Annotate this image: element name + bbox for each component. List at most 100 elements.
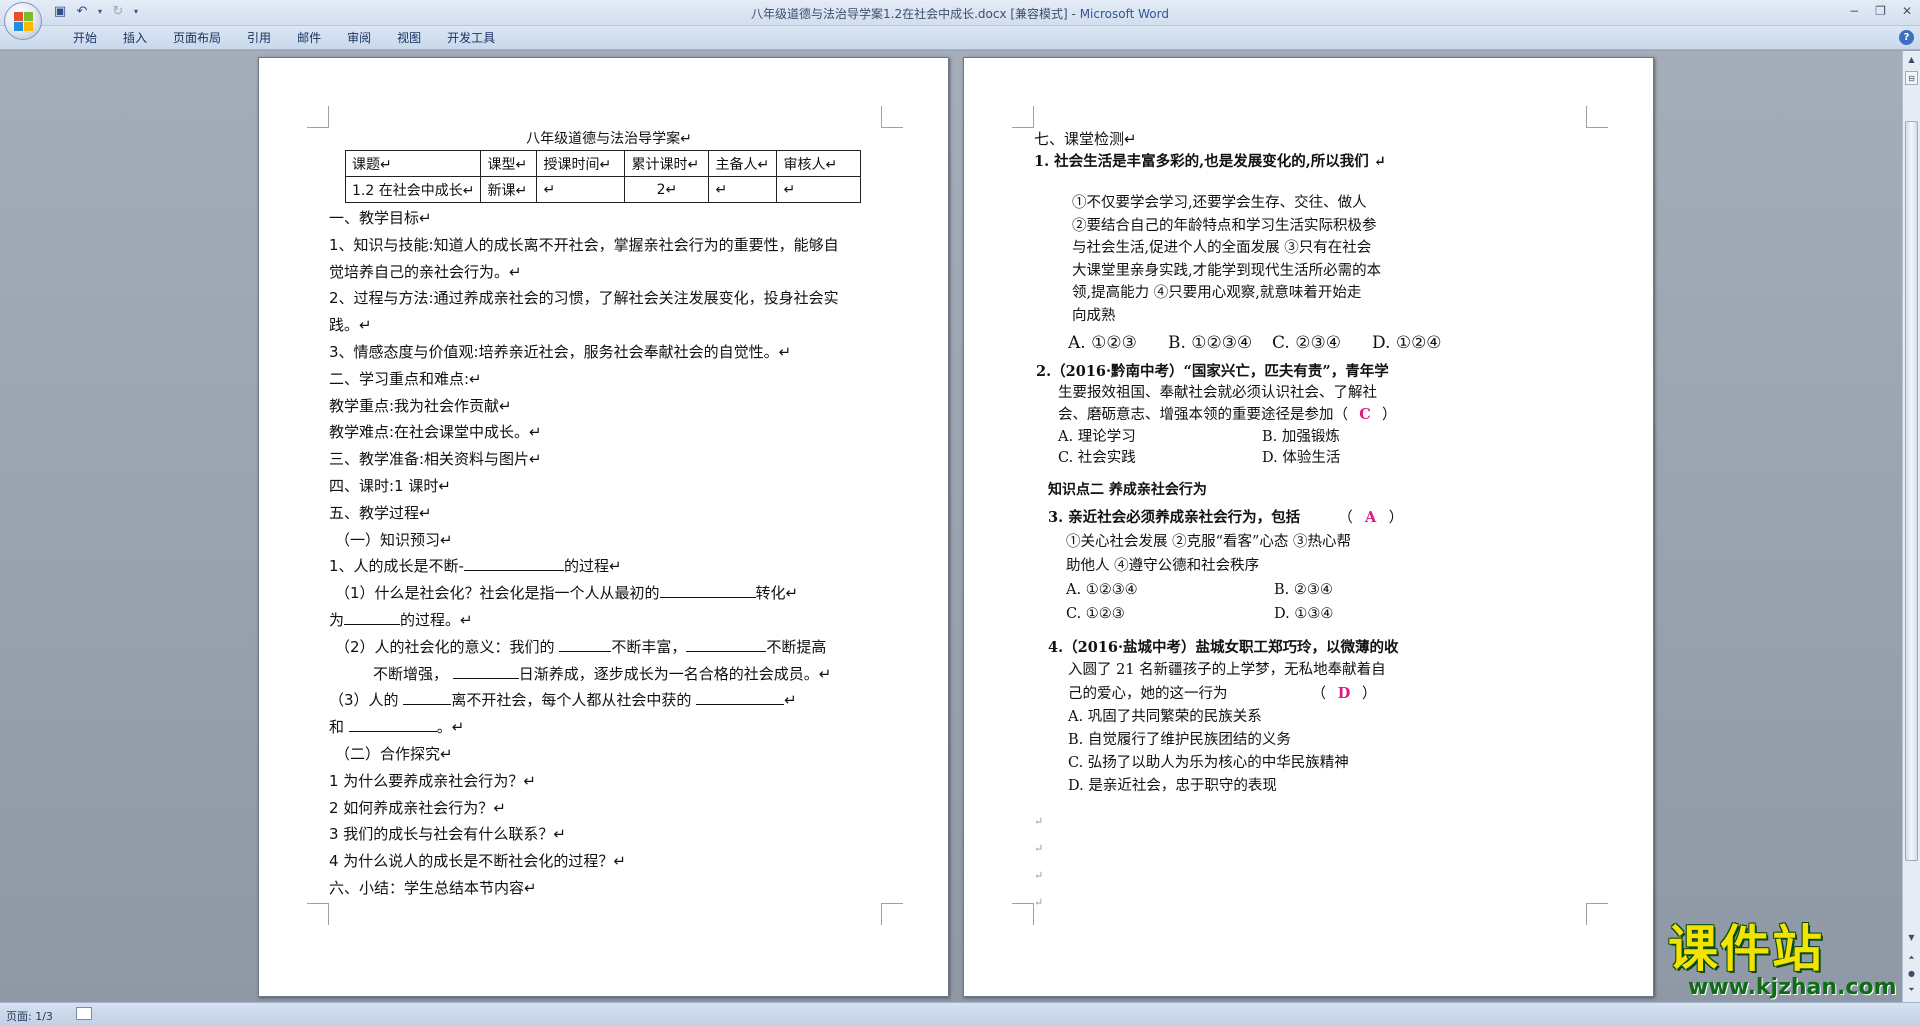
question-3-choices: C. ①②③ D. ①③④	[1048, 602, 1594, 626]
tab-page-layout[interactable]: 页面布局	[160, 30, 234, 47]
choice-c[interactable]: C. ①②③	[1066, 602, 1274, 626]
statement-line: ①不仅要学会学习,还要学会生存、交往、做人	[1072, 195, 1367, 211]
blank-field[interactable]	[348, 716, 437, 733]
table-cell[interactable]: 主备人↵	[708, 150, 778, 177]
bracket: （	[1311, 685, 1327, 702]
choice-d[interactable]: D. 是亲近社会，忠于职守的表现	[1048, 775, 1594, 798]
tab-view[interactable]: 视图	[384, 30, 434, 47]
statement-line: 与社会生活,促进个人的全面发展 ③只有在社会	[1072, 240, 1372, 256]
choice-b[interactable]: B. 自觉履行了维护民族团结的义务	[1048, 729, 1594, 752]
choice-c[interactable]: C. ②③④	[1272, 327, 1372, 359]
blank-field[interactable]	[344, 609, 401, 625]
blank-field[interactable]	[403, 689, 452, 706]
choice-b[interactable]: B. 加强锻炼	[1262, 427, 1340, 449]
choice-d[interactable]: D. ①③④	[1274, 602, 1333, 626]
office-button[interactable]	[4, 2, 42, 40]
empty-paragraphs: ↵ ↵ ↵ ↵	[1034, 808, 1594, 916]
table-cell[interactable]: 新课↵	[480, 176, 538, 203]
body-text: 觉培养自己的亲社会行为。↵	[329, 262, 522, 281]
document-page-1[interactable]: 八年级道德与法治导学案↵ 课题↵ 课型↵ 授课时间↵ 累计课时↵ 主备人↵ 审核…	[258, 57, 949, 997]
choice-a[interactable]: A. 巩固了共同繁荣的民族关系	[1048, 706, 1594, 729]
choice-d[interactable]: D. ①②④	[1372, 327, 1442, 359]
bracket: ）	[1388, 509, 1404, 526]
question-4: 4.（2016·盐城中考）盐城女职工郑巧玲，以微薄的收 入圆了 21 名新疆孩子…	[1034, 636, 1594, 798]
table-cell[interactable]: 审核人↵	[776, 150, 862, 177]
table-cell[interactable]: 课题↵	[344, 150, 482, 177]
document-workspace[interactable]: 八年级道德与法治导学案↵ 课题↵ 课型↵ 授课时间↵ 累计课时↵ 主备人↵ 审核…	[0, 51, 1902, 1002]
vertical-scrollbar[interactable]: ▲ ⊟ ▼ ⏶ ● ⏷	[1902, 51, 1920, 1002]
tab-references[interactable]: 引用	[234, 30, 284, 47]
body-text: 践。↵	[329, 316, 372, 335]
table-cell[interactable]: 累计课时↵	[624, 150, 710, 177]
blank-field[interactable]	[559, 636, 612, 652]
table-cell[interactable]: ↵	[536, 176, 626, 203]
table-row: 课题↵ 课型↵ 授课时间↵ 累计课时↵ 主备人↵ 审核人↵	[344, 150, 862, 177]
table-cell[interactable]: 授课时间↵	[536, 150, 626, 177]
body-text: 教学重点:我为社会作贡献↵	[329, 396, 512, 415]
choice-c[interactable]: C. 弘扬了以助人为乐为核心的中华民族精神	[1048, 752, 1594, 775]
statement-line: 领,提高能力 ④只要用心观察,就意味着开始走	[1072, 285, 1362, 301]
close-button[interactable]: ✕	[1902, 4, 1912, 18]
choice-a[interactable]: A. ①②③	[1068, 327, 1168, 359]
help-icon[interactable]: ?	[1899, 30, 1914, 45]
statement-line: 助他人 ④遵守公德和社会秩序	[1066, 557, 1260, 574]
next-page-icon[interactable]: ⏷	[1905, 983, 1918, 997]
choice-a[interactable]: A. 理论学习	[1058, 427, 1262, 449]
question-text: 入圆了 21 名新疆孩子的上学梦，无私地奉献着自	[1068, 661, 1386, 678]
lesson-info-table: 课题↵ 课型↵ 授课时间↵ 累计课时↵ 主备人↵ 审核人↵ 1.2 在社会中成长…	[344, 150, 862, 203]
site-watermark: 课件站 www.kjzhan.com	[1668, 921, 1900, 1001]
tab-mailings[interactable]: 邮件	[284, 30, 334, 47]
section-heading: 六、小结：学生总结本节内容↵	[329, 878, 537, 897]
choice-c[interactable]: C. 社会实践	[1058, 448, 1262, 470]
body-text: 日渐养成，逐步成长为一名合格的社会成员。↵	[518, 664, 832, 683]
body-text: 1 为什么要养成亲社会行为？↵	[329, 771, 536, 790]
scroll-down-icon[interactable]: ▼	[1905, 931, 1918, 945]
question-3-choices: A. ①②③④ B. ②③④	[1048, 578, 1594, 602]
body-text: 1、知识与技能:知道人的成长离不开社会，掌握亲社会行为的重要性，能够自	[329, 235, 839, 254]
tab-insert[interactable]: 插入	[110, 30, 160, 47]
paragraph-mark: ↵	[1034, 814, 1044, 828]
choice-a[interactable]: A. ①②③④	[1066, 578, 1274, 602]
body-text: 不断丰富，	[611, 637, 687, 656]
tab-home[interactable]: 开始	[60, 30, 110, 47]
blank-field[interactable]	[659, 582, 756, 599]
choice-b[interactable]: B. ①②③④	[1168, 327, 1272, 359]
scrollbar-thumb[interactable]	[1905, 121, 1918, 861]
table-cell[interactable]: 课型↵	[480, 150, 538, 177]
page-count[interactable]: 页面: 1/3	[6, 1008, 53, 1024]
question-text-part: 会、磨砺意志、增强本领的重要途径是参加（	[1058, 407, 1348, 423]
table-cell[interactable]: ↵	[776, 176, 862, 203]
blank-field[interactable]	[686, 636, 767, 652]
scroll-up-icon[interactable]: ▲	[1905, 53, 1918, 67]
section-heading: 四、课时:1 课时↵	[329, 476, 451, 495]
statement-line: ①关心社会发展 ②克服“看客”心态 ③热心帮	[1066, 533, 1352, 550]
ruler-toggle-icon[interactable]: ⊟	[1905, 71, 1918, 85]
choice-b[interactable]: B. ②③④	[1274, 578, 1333, 602]
title-bar: ▣ ↶ ▾ ↻ ▾ 八年级道德与法治导学案1.2在社会中成长.docx [兼容模…	[0, 0, 1920, 26]
blank-field[interactable]	[696, 689, 785, 706]
restore-button[interactable]: ❐	[1875, 4, 1886, 18]
minimize-button[interactable]: −	[1849, 4, 1859, 18]
tab-developer[interactable]: 开发工具	[434, 30, 508, 47]
body-text: 离不开社会，每个人都从社会中获的	[451, 691, 697, 710]
select-browse-object-icon[interactable]: ●	[1905, 967, 1918, 981]
fill-in-line: 和 。↵	[329, 714, 889, 741]
choice-d[interactable]: D. 体验生活	[1262, 448, 1340, 470]
question-text-part: 3. 亲近社会必须养成亲社会行为，包括	[1048, 508, 1301, 526]
window-title: 八年级道德与法治导学案1.2在社会中成长.docx [兼容模式] - Micro…	[0, 5, 1920, 22]
crop-mark	[881, 106, 903, 128]
tab-review[interactable]: 审阅	[334, 30, 384, 47]
crop-mark	[1012, 106, 1034, 128]
answer-mark: A	[1365, 508, 1377, 526]
table-cell[interactable]: ↵	[708, 176, 778, 203]
blank-field[interactable]	[463, 555, 564, 572]
previous-page-icon[interactable]: ⏶	[1905, 951, 1918, 965]
document-page-2[interactable]: 七、课堂检测↵ 1. 社会生活是丰富多彩的,也是发展变化的,所以我们 ↵ ①不仅…	[963, 57, 1654, 997]
answer-mark: D	[1337, 684, 1351, 702]
blank-field[interactable]	[452, 663, 519, 679]
page2-content: 七、课堂检测↵ 1. 社会生活是丰富多彩的,也是发展变化的,所以我们 ↵ ①不仅…	[1034, 128, 1594, 916]
table-cell[interactable]: 2↵	[624, 176, 710, 203]
subsection-heading: （一）知识预习↵	[335, 530, 453, 549]
proofing-icon[interactable]	[76, 1007, 92, 1020]
table-cell[interactable]: 1.2 在社会中成长↵	[344, 176, 482, 203]
